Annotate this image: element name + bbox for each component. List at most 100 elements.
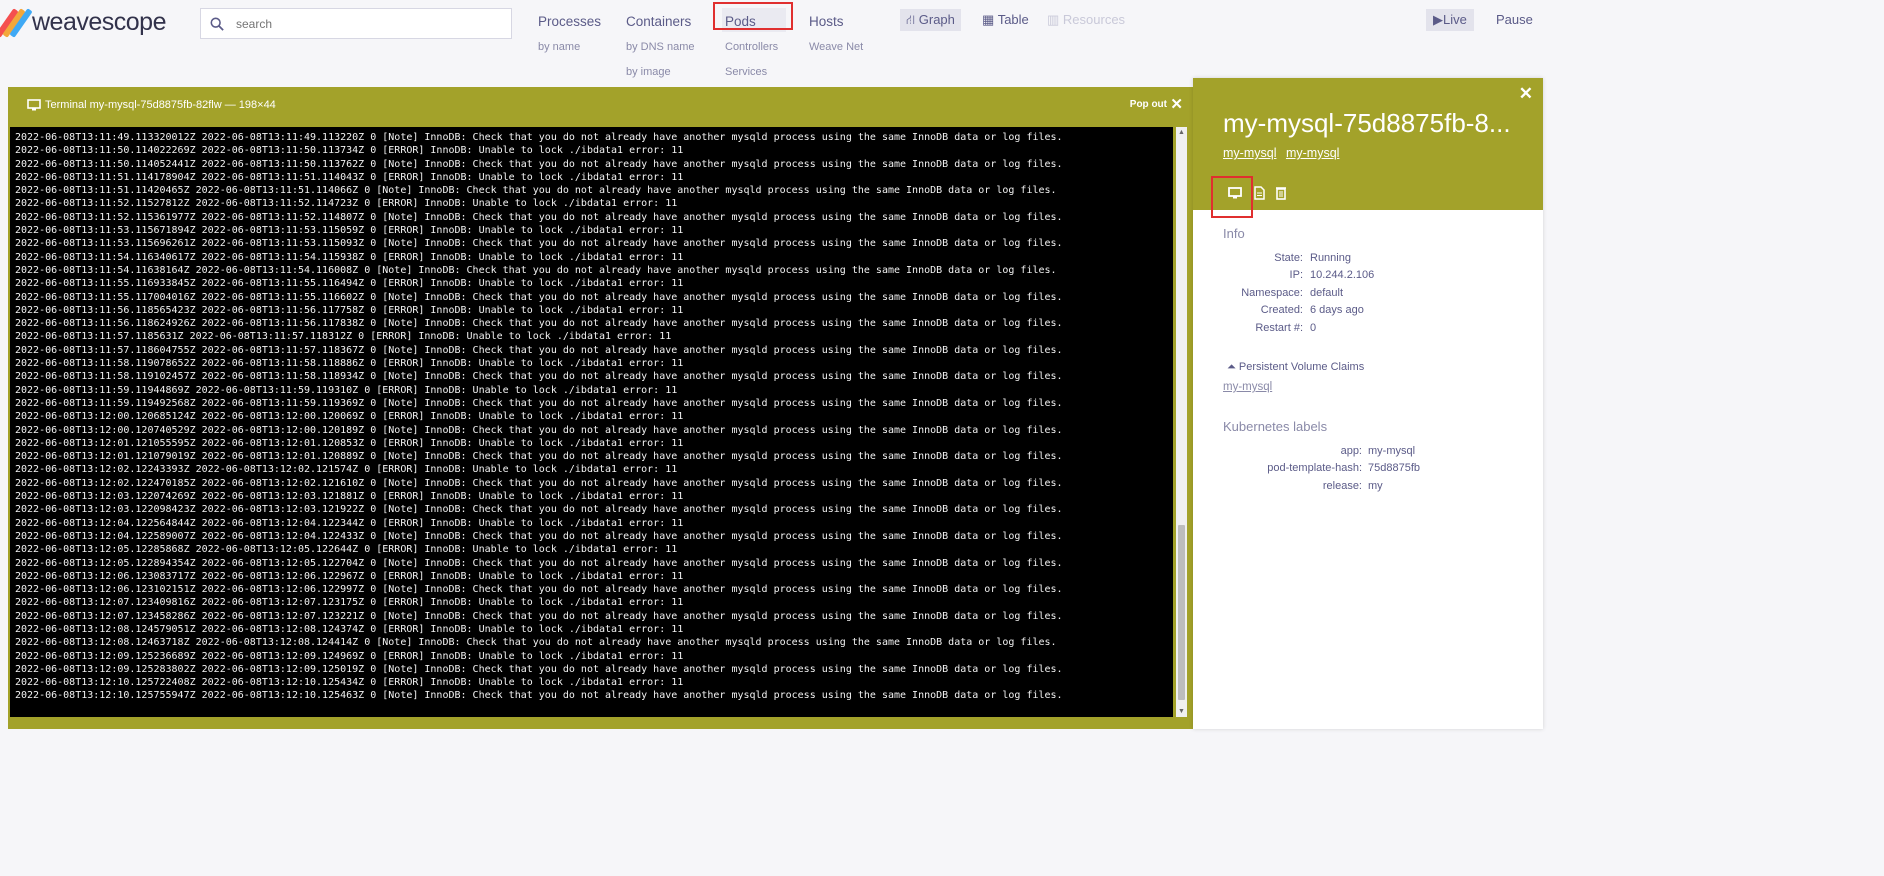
pvc-section-toggle[interactable]: ⏶ Persistent Volume Claims [1227,361,1364,374]
terminal-log-line: 2022-06-08T13:12:00.120685124Z 2022-06-0… [15,411,684,423]
topology-containers-by-dns[interactable]: by DNS name [626,38,694,57]
label-value: my [1368,480,1383,492]
relative-link-replicaset[interactable]: my-mysql [1286,146,1339,160]
terminal-log-line: 2022-06-08T13:12:07.123458286Z 2022-06-0… [15,610,1063,622]
label-key: release: [1322,480,1362,492]
scroll-down-icon[interactable]: ▼ [1178,708,1185,715]
terminal-log-line: 2022-06-08T13:11:57.1185631Z 2022-06-08T… [15,331,672,343]
terminal-log-line: 2022-06-08T13:11:53.115671894Z 2022-06-0… [15,225,684,237]
topology-pods[interactable]: Pods Controllers Services [725,12,778,82]
live-button[interactable]: ▶Live [1426,9,1474,31]
live-label: Live [1443,12,1467,27]
terminal-log-line: 2022-06-08T13:12:02.12243393Z 2022-06-08… [15,464,678,476]
topology-processes[interactable]: Processes by name [538,12,601,57]
pause-button[interactable]: Pause [1496,9,1533,31]
terminal-log-line: 2022-06-08T13:11:55.116933845Z 2022-06-0… [15,278,684,290]
file-icon[interactable] [1251,185,1267,201]
terminal-log-line: 2022-06-08T13:11:49.113320012Z 2022-06-0… [15,132,1063,143]
weave-logo-icon [0,7,33,38]
terminal-log-line: 2022-06-08T13:11:51.114178904Z 2022-06-0… [15,171,684,183]
bar-chart-icon: ▥ [1047,12,1060,27]
info-key: Restart #: [1255,322,1303,334]
terminal-log-line: 2022-06-08T13:11:50.114052441Z 2022-06-0… [15,158,1063,170]
details-title: my-mysql-75d8875fb-8... [1223,108,1511,138]
resources-view-button[interactable]: ▥ Resources [1041,9,1131,31]
search-icon [210,17,224,31]
pop-out-button[interactable]: Pop out [1130,99,1167,110]
terminal-log-line: 2022-06-08T13:12:09.125283802Z 2022-06-0… [15,663,1063,675]
info-value: default [1310,287,1344,299]
terminal-close-icon[interactable]: ✕ [1170,95,1183,113]
topology-processes-by-name[interactable]: by name [538,38,601,57]
pvc-link[interactable]: my-mysql [1223,381,1272,393]
terminal-log-line: 2022-06-08T13:12:04.122589007Z 2022-06-0… [15,530,1063,542]
caret-up-icon: ⏶ [1227,361,1236,373]
table-label: Table [997,12,1029,27]
terminal-log-line: 2022-06-08T13:11:59.11944869Z 2022-06-08… [15,384,678,396]
terminal-log-line: 2022-06-08T13:12:08.12463718Z 2022-06-08… [15,637,1057,649]
terminal-header: Terminal my-mysql-75d8875fb-82flw — 198×… [8,87,1193,123]
terminal-log-line: 2022-06-08T13:12:01.121079019Z 2022-06-0… [15,451,1063,463]
kubernetes-labels-heading: Kubernetes labels [1223,419,1328,434]
topology-containers-label[interactable]: Containers [626,12,694,32]
info-key: IP: [1289,269,1303,281]
info-value: 10.244.2.106 [1310,269,1375,281]
weavescope-logo[interactable]: weavescope [0,4,166,40]
terminal-log-line: 2022-06-08T13:12:05.122894354Z 2022-06-0… [15,557,1063,569]
terminal-log-line: 2022-06-08T13:12:06.123083717Z 2022-06-0… [15,570,684,582]
info-value: 0 [1310,322,1317,334]
terminal-button-highlight-box [1211,176,1253,218]
info-key: State: [1274,252,1303,264]
topology-pods-services[interactable]: Services [725,63,778,82]
terminal-log-line: 2022-06-08T13:12:05.12285868Z 2022-06-08… [15,544,678,556]
info-heading: Info [1223,226,1245,241]
scrollbar-thumb[interactable] [1178,525,1185,700]
resources-label: Resources [1062,12,1126,27]
graph-icon: ⛙ [906,12,916,27]
table-view-button[interactable]: ▦ Table [976,9,1035,31]
terminal-log-line: 2022-06-08T13:12:09.125236689Z 2022-06-0… [15,650,684,662]
terminal-log-line: 2022-06-08T13:12:06.123102151Z 2022-06-0… [15,584,1063,596]
graph-label: Graph [918,12,955,27]
topology-hosts-label[interactable]: Hosts [809,12,863,32]
monitor-icon [27,99,41,111]
terminal-log-line: 2022-06-08T13:11:55.117004016Z 2022-06-0… [15,291,1063,303]
terminal-log-line: 2022-06-08T13:11:56.118565423Z 2022-06-0… [15,304,684,316]
terminal-log-line: 2022-06-08T13:12:10.125755947Z 2022-06-0… [15,690,1063,702]
search-input[interactable] [234,15,498,32]
terminal-scrollbar[interactable]: ▲ ▼ [1176,127,1187,717]
terminal-log-line: 2022-06-08T13:12:07.123409816Z 2022-06-0… [15,597,684,609]
label-value: 75d8875fb [1368,462,1420,474]
relative-link-deployment[interactable]: my-mysql [1223,146,1276,160]
topology-containers[interactable]: Containers by DNS name by image [626,12,694,82]
graph-view-button[interactable]: ⛙ Graph [900,9,961,31]
trash-icon[interactable] [1273,185,1289,201]
topology-processes-label[interactable]: Processes [538,12,601,32]
terminal-log-line: 2022-06-08T13:11:54.11638164Z 2022-06-08… [15,264,1057,276]
terminal-log-line: 2022-06-08T13:11:54.116340617Z 2022-06-0… [15,251,684,263]
topology-hosts[interactable]: Hosts Weave Net [809,12,863,57]
details-close-icon[interactable]: ✕ [1519,84,1533,104]
terminal-log-line: 2022-06-08T13:11:57.118604755Z 2022-06-0… [15,344,1063,356]
terminal-log-lines: 2022-06-08T13:11:49.113320012Z 2022-06-0… [10,127,1173,703]
topology-containers-by-image[interactable]: by image [626,63,694,82]
topology-pods-label[interactable]: Pods [725,12,778,32]
terminal-title-text: Terminal my-mysql-75d8875fb-82flw — 198×… [45,99,276,111]
terminal-log-line: 2022-06-08T13:11:52.115361977Z 2022-06-0… [15,211,1063,223]
terminal-output[interactable]: 2022-06-08T13:11:49.113320012Z 2022-06-0… [10,127,1173,717]
terminal-log-line: 2022-06-08T13:12:03.122098423Z 2022-06-0… [15,504,1063,516]
pvc-heading: Persistent Volume Claims [1238,361,1365,373]
search-box[interactable] [200,8,512,39]
topology-hosts-weave-net[interactable]: Weave Net [809,38,863,57]
topology-pods-controllers[interactable]: Controllers [725,38,778,57]
label-value: my-mysql [1368,445,1416,457]
scroll-up-icon[interactable]: ▲ [1178,129,1185,136]
terminal-log-line: 2022-06-08T13:11:59.119492568Z 2022-06-0… [15,397,1063,409]
terminal-window: Terminal my-mysql-75d8875fb-82flw — 198×… [8,87,1193,729]
details-relatives: my-mysql my-mysql [1223,146,1345,160]
terminal-log-line: 2022-06-08T13:11:56.118624926Z 2022-06-0… [15,318,1063,330]
info-value: 6 days ago [1310,304,1364,316]
terminal-log-line: 2022-06-08T13:12:00.120740529Z 2022-06-0… [15,424,1063,436]
play-icon: ▶ [1433,12,1443,27]
info-value: Running [1310,252,1351,264]
